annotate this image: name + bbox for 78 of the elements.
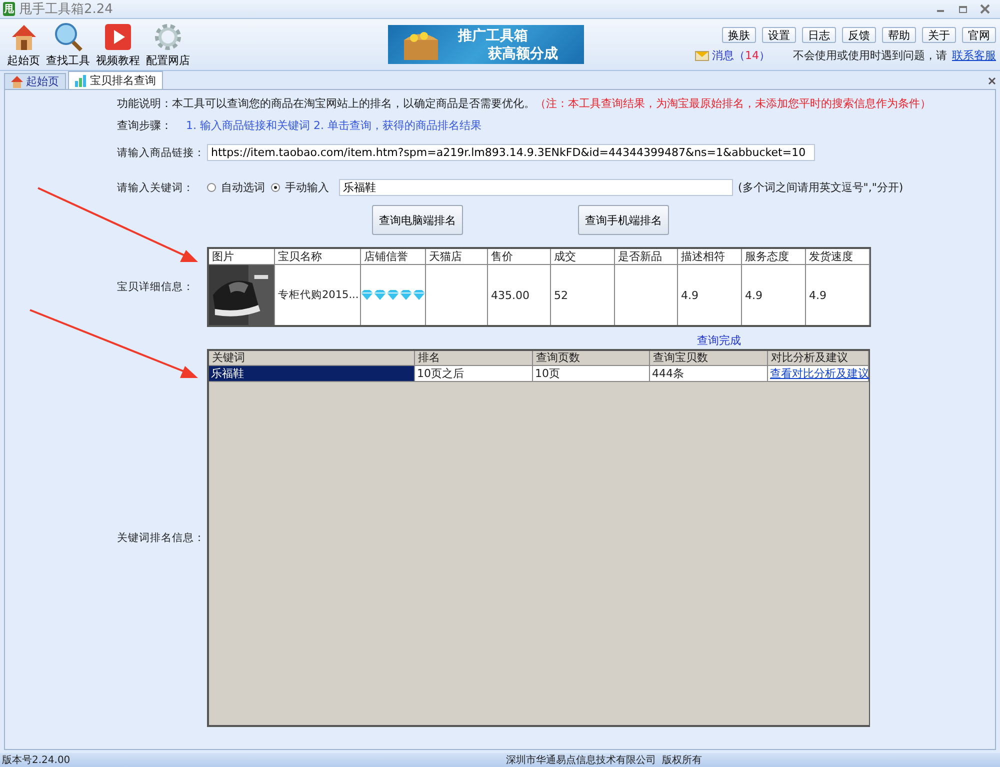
diamond-icon — [400, 290, 412, 300]
table-cell: 10页 — [533, 366, 650, 382]
restore-icon[interactable] — [958, 4, 968, 14]
toolbar-button[interactable]: 反馈 — [842, 26, 876, 42]
url-label: 请输入商品链接： — [117, 146, 206, 160]
query-status: 查询完成 — [697, 334, 741, 347]
table-cell: 4.9 — [742, 265, 806, 325]
toolbar-tool-button[interactable]: 起始页 — [4, 22, 43, 68]
copyright-text: 版权所有 — [662, 754, 702, 767]
diamond-icon — [374, 290, 386, 300]
column-header: 成交 — [551, 249, 615, 265]
table-cell[interactable]: 乐福鞋 — [209, 366, 415, 382]
column-header: 关键词 — [209, 351, 415, 366]
steps-text: 1. 输入商品链接和关键词 2. 单击查询，获得的商品排名结果 — [186, 118, 482, 132]
diamond-icon — [413, 290, 425, 300]
diamond-icon — [387, 290, 399, 300]
detail-label: 宝贝详细信息： — [117, 280, 195, 294]
column-header: 宝贝名称 — [275, 249, 361, 265]
column-header: 天猫店 — [426, 249, 488, 265]
play-icon — [103, 22, 133, 52]
house-icon — [11, 76, 23, 88]
table-cell: 52 — [551, 265, 615, 325]
column-header: 对比分析及建议 — [768, 351, 869, 366]
url-field[interactable]: https://item.taobao.com/item.htm?spm=a219r.lm893.14.9.3ENkFD&id=44344399487&ns=1&abbucket=10 — [207, 144, 815, 161]
query-button[interactable]: 查询电脑端排名 — [372, 205, 463, 235]
keyword-hint: (多个词之间请用英文逗号","分开) — [738, 180, 904, 195]
description-text: 功能说明：本工具可以查询您的商品在淘宝网站上的排名，以确定商品是否需要优化。（注：本工具查询结果，为淘宝最原始排名，未添加您平时的搜索信息作为条件） — [117, 96, 931, 110]
toolbar-tool-button[interactable]: 查找工具 — [43, 22, 93, 68]
toolbar-button[interactable]: 帮助 — [882, 26, 916, 42]
radio-option[interactable]: 手动输入 — [271, 180, 329, 195]
table-cell: 10页之后 — [415, 366, 533, 382]
envelope-icon[interactable] — [695, 49, 709, 61]
column-header: 售价 — [488, 249, 551, 265]
version-text: 版本号2.24.00 — [2, 754, 70, 767]
column-header: 店铺信誉 — [361, 249, 426, 265]
table-cell: 435.00 — [488, 265, 551, 325]
toolbar-button[interactable]: 官网 — [962, 26, 996, 42]
column-header: 服务态度 — [742, 249, 806, 265]
toolbar-button[interactable]: 设置 — [762, 26, 796, 42]
company-text: 深圳市华通易点信息技术有限公司 — [506, 754, 656, 767]
toolbar-button[interactable]: 日志 — [802, 26, 836, 42]
keyword-label: 请输入关键词： — [117, 180, 195, 194]
column-header: 查询页数 — [533, 351, 650, 366]
table-cell: 4.9 — [806, 265, 870, 325]
toolbar-tool-button[interactable]: 视频教程 — [93, 22, 143, 68]
column-header: 描述相符 — [678, 249, 742, 265]
ranking-label: 关键词排名信息： — [117, 531, 206, 545]
analysis-link[interactable]: 查看对比分析及建议 — [770, 367, 869, 380]
search-icon — [53, 22, 83, 52]
banner-headline: 推广工具箱 — [458, 26, 529, 44]
table-cell: 专柜代购2015... — [275, 265, 361, 325]
gear-icon — [153, 22, 183, 52]
messages-link[interactable]: 消息（14） — [712, 48, 770, 62]
diamond-icon — [361, 290, 373, 300]
app-logo-icon: 甩 — [3, 2, 15, 16]
table-cell: 444条 — [650, 366, 768, 382]
radio-option[interactable]: 自动选词 — [207, 180, 265, 195]
steps-label: 查询步骤： — [117, 118, 172, 132]
help-text: 不会使用或使用时遇到问题，请 — [793, 48, 947, 62]
table-cell: 4.9 — [678, 265, 742, 325]
query-button[interactable]: 查询手机端排名 — [578, 205, 669, 235]
column-header: 发货速度 — [806, 249, 870, 265]
toolbar-tool-button[interactable]: 配置网店 — [143, 22, 193, 68]
toolbar-button[interactable]: 换肤 — [722, 26, 756, 42]
keyword-field[interactable]: 乐福鞋 — [339, 179, 733, 196]
column-header: 是否新品 — [615, 249, 678, 265]
bar-chart-icon — [75, 74, 87, 86]
banner-subline: 获高额分成 — [488, 44, 558, 62]
column-header: 查询宝贝数 — [650, 351, 768, 366]
tab[interactable]: 宝贝排名查询 — [68, 71, 163, 89]
close-icon[interactable] — [980, 4, 990, 14]
contact-support-link[interactable]: 联系客服 — [952, 48, 996, 62]
promo-banner[interactable]: 推广工具箱 获高额分成 — [388, 25, 584, 64]
toolbar-button[interactable]: 关于 — [922, 26, 956, 42]
tab[interactable]: 起始页 — [4, 73, 66, 89]
column-header: 排名 — [415, 351, 533, 366]
close-tab-icon[interactable] — [988, 77, 996, 85]
window-title: 甩手工具箱2.24 — [19, 1, 113, 18]
